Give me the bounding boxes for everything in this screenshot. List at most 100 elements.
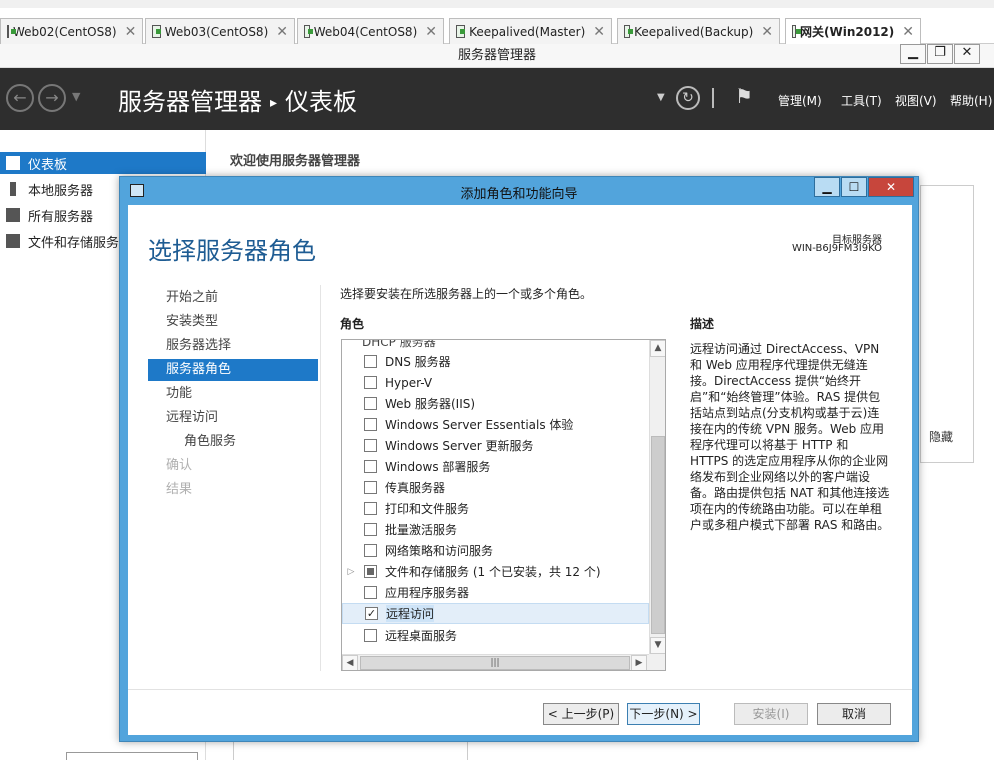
background-divider [233, 742, 234, 760]
vm-tab-keepalived-master[interactable]: Keepalived(Master) ✕ [449, 18, 612, 44]
sidebar-item-dashboard[interactable]: 仪表板 [0, 152, 206, 174]
dashboard-icon [6, 156, 20, 170]
server-manager-header: ← → ▼ 服务器管理器 ▸ 仪表板 ▼ ↻ ⚑ 管理(M) 工具(T) 视图(V)… [0, 68, 994, 130]
role-checkbox[interactable] [364, 376, 377, 389]
vertical-scroll-thumb[interactable] [651, 436, 665, 634]
list-item[interactable]: 传真服务器 [342, 477, 649, 498]
vertical-scrollbar[interactable]: ▲ ▼ [649, 340, 665, 654]
role-checkbox[interactable] [364, 439, 377, 452]
list-item: DHCP 服务器 [362, 339, 436, 349]
restore-button[interactable]: ❐ [927, 44, 953, 64]
vm-tab-keepalived-backup[interactable]: Keepalived(Backup) ✕ [617, 18, 780, 44]
check-icon[interactable]: ✓ [365, 607, 378, 620]
list-item[interactable]: 远程桌面服务 [342, 625, 649, 646]
step-server-selection[interactable]: 服务器选择 [148, 335, 318, 357]
list-item[interactable]: DNS 服务器 [342, 351, 649, 372]
next-button[interactable]: 下一步(N) > [627, 703, 700, 725]
role-checkbox[interactable] [364, 355, 377, 368]
sidebar-item-label: 本地服务器 [28, 183, 94, 199]
scroll-right-icon[interactable]: ▶ [631, 655, 647, 670]
breadcrumb-separator-icon: ▸ [270, 95, 278, 111]
file-storage-icon [6, 234, 20, 248]
background-divider [467, 742, 468, 760]
step-features[interactable]: 功能 [148, 383, 318, 405]
wizard-minimize-button[interactable]: ▁ [814, 177, 840, 197]
list-item[interactable]: 打印和文件服务 [342, 498, 649, 519]
role-checkbox[interactable] [364, 460, 377, 473]
cancel-button[interactable]: 取消 [817, 703, 891, 725]
list-item[interactable]: Web 服务器(IIS) [342, 393, 649, 414]
vm-tab-gateway[interactable]: 网关(Win2012) ✕ [785, 18, 921, 44]
hide-link[interactable]: 隐藏 [929, 428, 953, 445]
list-item[interactable]: ✓ 远程访问 [342, 603, 649, 624]
step-remote-access[interactable]: 远程访问 [148, 407, 318, 429]
role-checkbox[interactable] [364, 481, 377, 494]
wizard-title: 添加角色和功能向导 [460, 187, 578, 202]
expand-chevron-icon[interactable]: ▷ [344, 567, 358, 577]
notification-flag-icon[interactable]: ⚑ [735, 84, 753, 108]
close-icon[interactable]: ✕ [902, 24, 914, 40]
previous-button[interactable]: < 上一步(P) [543, 703, 619, 725]
step-installation-type[interactable]: 安装类型 [148, 311, 318, 333]
close-icon[interactable]: ✕ [761, 24, 773, 40]
forward-arrow-icon[interactable]: → [38, 84, 66, 112]
steps-divider [320, 285, 321, 671]
close-icon[interactable]: ✕ [125, 24, 137, 40]
horizontal-scroll-thumb[interactable]: ||| [360, 656, 630, 670]
list-item[interactable]: Windows Server Essentials 体验 [342, 414, 649, 435]
list-item[interactable]: 应用程序服务器 [342, 582, 649, 603]
refresh-icon[interactable]: ↻ [676, 86, 700, 110]
list-item[interactable]: Hyper-V [342, 372, 649, 393]
sidebar-item-label: 所有服务器 [28, 209, 94, 225]
close-button[interactable]: ✕ [954, 44, 980, 64]
close-icon[interactable]: ✕ [276, 24, 288, 40]
scroll-left-icon[interactable]: ◀ [342, 655, 358, 670]
vm-tab-web02[interactable]: Web02(CentOS8) ✕ [0, 18, 143, 44]
vm-tab-web04[interactable]: Web04(CentOS8) ✕ [297, 18, 444, 44]
vm-tab-label: Web02(CentOS8) [13, 24, 117, 39]
step-role-services[interactable]: 角色服务 [148, 431, 318, 453]
role-checkbox[interactable] [364, 544, 377, 557]
wizard-page-title: 选择服务器角色 [148, 237, 316, 265]
minimize-button[interactable]: ▁ [900, 44, 926, 64]
target-server-name: WIN-B6J9FM3I9KO [791, 243, 882, 254]
scroll-down-icon[interactable]: ▼ [650, 637, 665, 654]
role-checkbox[interactable] [364, 397, 377, 410]
menu-help[interactable]: 帮助(H) [950, 92, 992, 109]
wizard-close-button[interactable]: ✕ [868, 177, 914, 197]
role-label: 文件和存储服务 (1 个已安装，共 12 个) [385, 565, 601, 579]
role-checkbox[interactable] [364, 565, 377, 578]
list-item[interactable]: Windows Server 更新服务 [342, 435, 649, 456]
step-before-you-begin[interactable]: 开始之前 [148, 287, 318, 309]
role-checkbox[interactable] [364, 586, 377, 599]
menu-tools[interactable]: 工具(T) [841, 92, 882, 109]
menu-view[interactable]: 视图(V) [895, 92, 937, 109]
list-item[interactable]: ▷ 文件和存储服务 (1 个已安装，共 12 个) [342, 561, 649, 582]
close-icon[interactable]: ✕ [593, 24, 605, 40]
step-server-roles[interactable]: 服务器角色 [148, 359, 318, 381]
roles-list[interactable]: DHCP 服务器 DNS 服务器 Hyper-V Web 服务器(IIS) Wi… [341, 339, 666, 671]
list-item[interactable]: Windows 部署服务 [342, 456, 649, 477]
vm-icon [792, 25, 801, 38]
scroll-up-icon[interactable]: ▲ [650, 340, 665, 357]
list-item[interactable]: 批量激活服务 [342, 519, 649, 540]
vm-icon [7, 25, 16, 38]
wizard-maximize-button[interactable]: ☐ [841, 177, 867, 197]
list-item[interactable]: 网络策略和访问服务 [342, 540, 649, 561]
role-label: DNS 服务器 [385, 355, 451, 369]
role-checkbox[interactable] [364, 418, 377, 431]
back-arrow-icon[interactable]: ← [6, 84, 34, 112]
menu-manage[interactable]: 管理(M) [778, 92, 822, 109]
vm-tab-web03[interactable]: Web03(CentOS8) ✕ [145, 18, 295, 44]
role-checkbox[interactable] [364, 523, 377, 536]
role-checkbox[interactable] [364, 629, 377, 642]
step-confirmation: 确认 [166, 458, 193, 473]
history-dropdown-icon[interactable]: ▼ [72, 90, 80, 103]
close-icon[interactable]: ✕ [425, 24, 437, 40]
vm-icon [624, 25, 634, 38]
horizontal-scrollbar[interactable]: ◀ ||| ▶ [342, 654, 649, 670]
add-roles-wizard: 添加角色和功能向导 ▁ ☐ ✕ 选择服务器角色 目标服务器 WIN-B6J9FM… [119, 176, 919, 742]
refresh-dropdown-icon[interactable]: ▼ [657, 92, 665, 103]
wizard-body: 选择服务器角色 目标服务器 WIN-B6J9FM3I9KO 开始之前 安装类型 … [128, 205, 912, 735]
role-checkbox[interactable] [364, 502, 377, 515]
